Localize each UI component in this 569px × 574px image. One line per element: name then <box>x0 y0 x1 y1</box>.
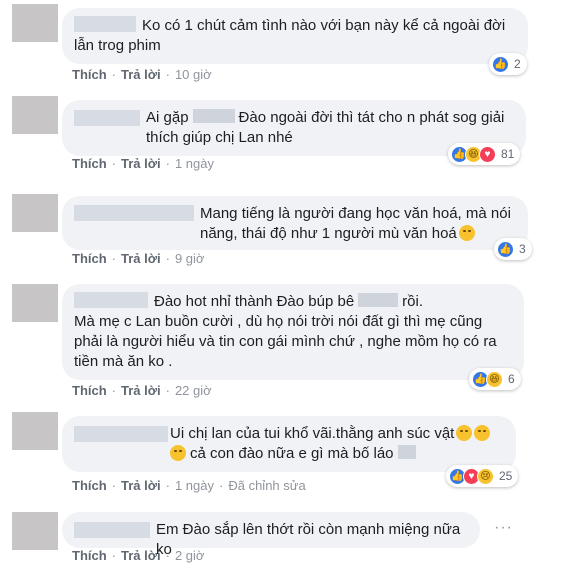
avatar[interactable] <box>12 4 58 42</box>
author-name[interactable] <box>74 426 168 442</box>
comment-time[interactable]: 2 giờ <box>175 548 205 563</box>
comment-actions: Thích · Trả lời · 1 ngày <box>72 156 214 171</box>
more-options-icon[interactable]: ··· <box>494 519 513 537</box>
reaction-count: 3 <box>519 242 526 256</box>
like-reaction-icon: 👍 <box>497 240 514 258</box>
comment-actions: Thích · Trả lời · 2 giờ <box>72 548 205 563</box>
author-name[interactable] <box>74 205 194 221</box>
comment-5: Ui chị lan của tui khổ vãi.thằng anh súc… <box>0 408 569 506</box>
comment-text: Ko có 1 chút cảm tình nào với bạn này kể… <box>74 17 506 54</box>
reply-link[interactable]: Trả lời <box>121 478 161 493</box>
comment-actions: Thích · Trả lời · 1 ngày · Đã chỉnh sửa <box>72 478 306 493</box>
like-link[interactable]: Thích <box>72 251 107 266</box>
like-link[interactable]: Thích <box>72 548 107 563</box>
sad-reaction-icon: 😢 <box>477 467 494 485</box>
comment-bubble: Ko có 1 chút cảm tình nào với bạn này kể… <box>62 8 528 64</box>
comment-actions: Thích · Trả lời · 22 giờ <box>72 383 212 398</box>
reaction-summary[interactable]: 👍 2 <box>489 53 527 75</box>
sad-emoji-icon <box>170 445 186 461</box>
reaction-summary[interactable]: 👍 😆 6 <box>469 368 521 390</box>
comment-time[interactable]: 9 giờ <box>175 251 205 266</box>
sad-emoji-icon <box>474 425 491 441</box>
reaction-count: 81 <box>501 147 515 161</box>
comment-bubble: Đào hot nhỉ thành Đào búp bê rồi. Mà mẹ c… <box>62 284 524 380</box>
like-link[interactable]: Thích <box>72 67 107 82</box>
haha-reaction-icon: 😆 <box>486 370 503 388</box>
comment-text-part-2: rồi. <box>402 293 423 310</box>
reaction-count: 6 <box>508 372 515 386</box>
comment-1: Ko có 1 chút cảm tình nào với bạn này kể… <box>0 0 569 90</box>
avatar[interactable] <box>12 412 58 450</box>
like-link[interactable]: Thích <box>72 478 107 493</box>
edited-label[interactable]: Đã chỉnh sửa <box>228 478 305 493</box>
reply-link[interactable]: Trả lời <box>121 156 161 171</box>
reaction-count: 25 <box>499 469 513 483</box>
comment-text-part-1: Ai gặp <box>146 109 189 126</box>
avatar[interactable] <box>12 284 58 322</box>
comment-text-part-2: cả con đào nữa e gì mà bố láo <box>190 445 394 462</box>
comment-text-part-1: Ui chị lan của tui khổ vãi.thằng anh súc… <box>170 425 455 442</box>
comment-actions: Thích · Trả lời · 10 giờ <box>72 67 212 82</box>
comment-bubble: Mang tiếng là người đang học văn hoá, mà… <box>62 196 528 250</box>
like-reaction-icon: 👍 <box>492 55 509 73</box>
angry-emoji-icon <box>458 225 475 241</box>
reply-link[interactable]: Trả lời <box>121 548 161 563</box>
reply-link[interactable]: Trả lời <box>121 383 161 398</box>
comment-time[interactable]: 1 ngày <box>175 156 214 171</box>
comment-4: Đào hot nhỉ thành Đào búp bê rồi. Mà mẹ c… <box>0 280 569 408</box>
like-link[interactable]: Thích <box>72 156 107 171</box>
author-name[interactable] <box>74 522 150 538</box>
like-link[interactable]: Thích <box>72 383 107 398</box>
reply-link[interactable]: Trả lời <box>121 251 161 266</box>
comments-page: Ko có 1 chút cảm tình nào với bạn này kể… <box>0 0 569 574</box>
author-name[interactable] <box>74 16 136 32</box>
comment-bubble: Ui chị lan của tui khổ vãi.thằng anh súc… <box>62 416 516 472</box>
comment-time[interactable]: 1 ngày <box>175 478 214 493</box>
comment-bubble: Em Đào sắp lên thớt rồi còn mạnh miệng n… <box>62 512 480 558</box>
comment-time[interactable]: 10 giờ <box>175 67 212 82</box>
comment-time[interactable]: 22 giờ <box>175 383 212 398</box>
comment-text-part-1: Đào hot nhỉ thành Đào búp bê <box>154 293 355 310</box>
comment-text-rest: Mà mẹ c Lan buồn cười , dù họ nói trời n… <box>74 313 497 370</box>
avatar[interactable] <box>12 96 58 134</box>
reaction-summary[interactable]: 👍 3 <box>494 238 532 260</box>
avatar[interactable] <box>12 512 58 550</box>
comment-2: Ai gặp Đào ngoài đời thì tát cho n phát s… <box>0 90 569 182</box>
comment-6: Em Đào sắp lên thớt rồi còn mạnh miệng n… <box>0 506 569 574</box>
reaction-summary[interactable]: 👍 😆 ♥ 81 <box>448 143 521 165</box>
reaction-summary[interactable]: 👍 ♥ 😢 25 <box>446 465 519 487</box>
avatar[interactable] <box>12 194 58 232</box>
redacted-name <box>358 293 399 307</box>
reaction-count: 2 <box>514 57 521 71</box>
reply-link[interactable]: Trả lời <box>121 67 161 82</box>
author-name[interactable] <box>74 110 140 126</box>
sad-emoji-icon <box>456 425 473 441</box>
author-name[interactable] <box>74 292 148 308</box>
comment-3: Mang tiếng là người đang học văn hoá, mà… <box>0 190 569 280</box>
redacted-name <box>192 109 235 123</box>
comment-actions: Thích · Trả lời · 9 giờ <box>72 251 205 266</box>
redacted-text <box>397 445 416 459</box>
love-reaction-icon: ♥ <box>479 145 496 163</box>
